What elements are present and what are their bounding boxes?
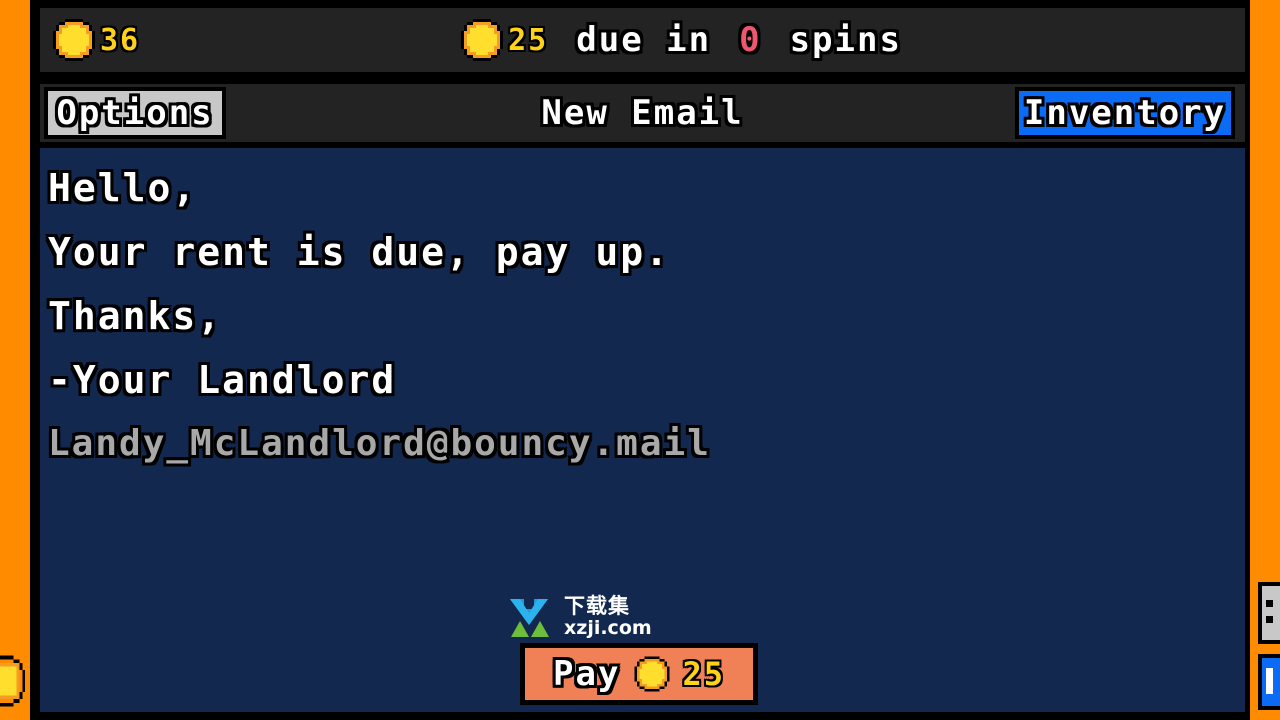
due-suffix-label: spins: [789, 20, 902, 60]
offscreen-options-chip[interactable]: [1258, 582, 1280, 644]
inventory-button-label: Inventory: [1023, 93, 1227, 133]
options-button-label: Options: [56, 93, 214, 133]
email-line: Hello,: [48, 166, 198, 210]
email-line: -Your Landlord: [48, 358, 397, 402]
status-bar: 36 25 due in 0 spins: [40, 8, 1245, 72]
nav-bar: New Email Options Inventory: [40, 84, 1245, 142]
rent-coin-icon: [458, 16, 506, 64]
inventory-button[interactable]: Inventory: [1015, 87, 1235, 139]
offscreen-inventory-chip[interactable]: [1258, 654, 1280, 710]
offscreen-coin-icon: [0, 652, 28, 710]
email-body-panel: Hello, Your rent is due, pay up. Thanks,…: [40, 148, 1245, 712]
coin-balance-value: 36: [100, 22, 141, 58]
rent-amount-value: 25: [508, 22, 549, 58]
coin-balance-group: 36: [50, 8, 140, 72]
email-line: Thanks,: [48, 294, 223, 338]
email-line: Your rent is due, pay up.: [48, 230, 670, 274]
pay-button-amount: 25: [682, 655, 725, 693]
options-button[interactable]: Options: [44, 87, 226, 139]
due-prefix-label: due in: [576, 20, 712, 60]
pay-button-label: Pay: [553, 654, 621, 694]
game-screen: 36 25 due in 0 spins New Email Options I…: [0, 0, 1280, 720]
pay-coin-icon: [632, 654, 672, 694]
email-text-block: Hello, Your rent is due, pay up. Thanks,…: [48, 156, 1228, 476]
pay-button[interactable]: Pay 25: [520, 643, 758, 705]
due-spins-value: 0: [739, 20, 762, 60]
coin-icon: [50, 16, 98, 64]
email-sender-address: Landy_McLandlord@bouncy.mail: [48, 423, 711, 464]
page-title: New Email: [541, 93, 744, 133]
rent-due-group: 25 due in 0 spins: [458, 8, 902, 72]
